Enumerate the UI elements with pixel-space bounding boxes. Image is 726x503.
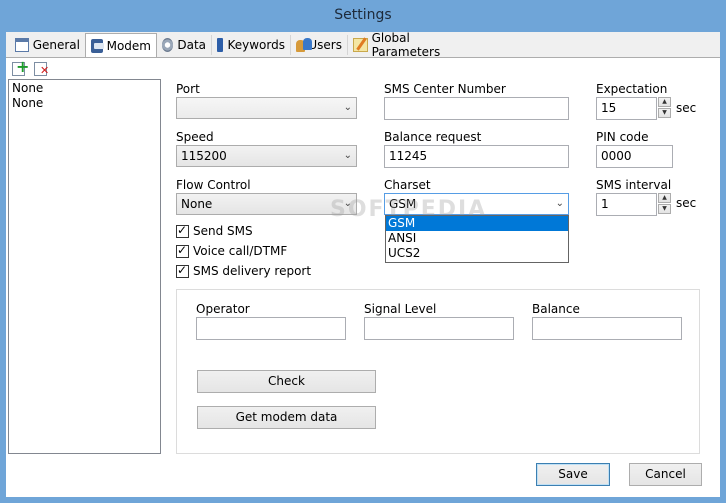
list-item[interactable]: None <box>12 81 157 96</box>
tab-label: Global Parameters <box>371 31 441 59</box>
tab-label: Users <box>308 38 342 52</box>
expectation-spinner[interactable]: ▲ ▼ <box>658 97 675 119</box>
sms-interval-label: SMS interval <box>596 178 672 192</box>
operator-label: Operator <box>196 302 250 316</box>
checkbox-label: Voice call/DTMF <box>193 244 288 258</box>
balance-label: Balance <box>532 302 580 316</box>
balance-field[interactable] <box>532 317 682 340</box>
keywords-icon <box>217 38 224 52</box>
charset-dropdown-list: GSM ANSI UCS2 <box>385 215 569 263</box>
tab-data[interactable]: Data <box>157 35 212 55</box>
sms-interval-spinner[interactable]: ▲ ▼ <box>658 193 675 215</box>
save-button[interactable]: Save <box>536 463 610 486</box>
balance-request-label: Balance request <box>384 130 482 144</box>
signal-level-label: Signal Level <box>364 302 437 316</box>
checkbox-checked[interactable] <box>176 243 189 258</box>
sms-interval-input[interactable]: 1 <box>596 193 657 216</box>
settings-window: Settings General Modem Data Keywords Use… <box>0 0 726 503</box>
general-icon <box>15 38 29 52</box>
port-label: Port <box>176 82 200 96</box>
tab-label: General <box>32 38 80 52</box>
speed-select[interactable]: 115200 ⌄ <box>176 145 357 167</box>
flow-control-value: None <box>181 197 213 211</box>
charset-option[interactable]: GSM <box>386 216 568 231</box>
charset-option[interactable]: ANSI <box>386 231 568 246</box>
speed-label: Speed <box>176 130 214 144</box>
expectation-input[interactable]: 15 <box>596 97 657 120</box>
spin-up-icon[interactable]: ▲ <box>658 97 671 107</box>
global-parameters-icon <box>353 38 368 52</box>
tab-global-parameters[interactable]: Global Parameters <box>348 31 476 59</box>
operator-field[interactable] <box>196 317 346 340</box>
checkbox-checked[interactable] <box>176 223 189 238</box>
sms-center-input[interactable] <box>384 97 569 120</box>
tab-users[interactable]: Users <box>291 35 348 55</box>
sms-center-label: SMS Center Number <box>384 82 506 96</box>
spin-up-icon[interactable]: ▲ <box>658 193 671 203</box>
check-button[interactable]: Check <box>197 370 376 393</box>
data-icon <box>162 38 174 52</box>
delivery-report-checkbox[interactable]: SMS delivery report <box>176 263 312 278</box>
tab-modem[interactable]: Modem <box>85 33 157 57</box>
tab-label: Modem <box>106 38 151 53</box>
window-title: Settings <box>334 7 392 23</box>
modem-icon <box>91 38 104 53</box>
flow-control-label: Flow Control <box>176 178 251 192</box>
spin-down-icon[interactable]: ▼ <box>658 108 671 118</box>
tab-general[interactable]: General <box>10 35 86 55</box>
chevron-down-icon: ⌄ <box>555 198 564 209</box>
tab-bar: General Modem Data Keywords Users Global… <box>6 31 720 59</box>
modem-list[interactable]: None None <box>8 79 161 454</box>
checkbox-checked[interactable] <box>176 263 189 278</box>
expectation-unit: sec <box>676 101 697 115</box>
list-item[interactable]: None <box>12 96 157 111</box>
pin-code-input[interactable]: 0000 <box>596 145 673 168</box>
port-select[interactable]: ⌄ <box>176 97 357 119</box>
charset-label: Charset <box>384 178 431 192</box>
title-bar[interactable]: Settings <box>0 0 726 32</box>
spin-down-icon[interactable]: ▼ <box>658 204 671 214</box>
get-modem-data-button[interactable]: Get modem data <box>197 406 376 429</box>
users-icon <box>296 38 313 52</box>
tab-label: Data <box>177 38 206 52</box>
tab-label: Keywords <box>227 38 285 52</box>
pin-code-label: PIN code <box>596 130 649 144</box>
send-sms-checkbox[interactable]: Send SMS <box>176 223 253 238</box>
chevron-down-icon: ⌄ <box>343 102 352 113</box>
signal-level-field[interactable] <box>364 317 514 340</box>
add-modem-icon[interactable] <box>12 57 29 77</box>
tab-keywords[interactable]: Keywords <box>212 35 291 55</box>
charset-option[interactable]: UCS2 <box>386 246 568 261</box>
speed-value: 115200 <box>181 149 227 163</box>
checkbox-label: Send SMS <box>193 224 253 238</box>
cancel-button[interactable]: Cancel <box>629 463 702 486</box>
voice-call-checkbox[interactable]: Voice call/DTMF <box>176 243 288 258</box>
delete-modem-icon[interactable] <box>34 61 50 77</box>
chevron-down-icon: ⌄ <box>343 150 352 161</box>
expectation-label: Expectation <box>596 82 668 96</box>
balance-request-input[interactable]: 11245 <box>384 145 569 168</box>
sms-interval-unit: sec <box>676 196 697 210</box>
checkbox-label: SMS delivery report <box>193 264 312 278</box>
